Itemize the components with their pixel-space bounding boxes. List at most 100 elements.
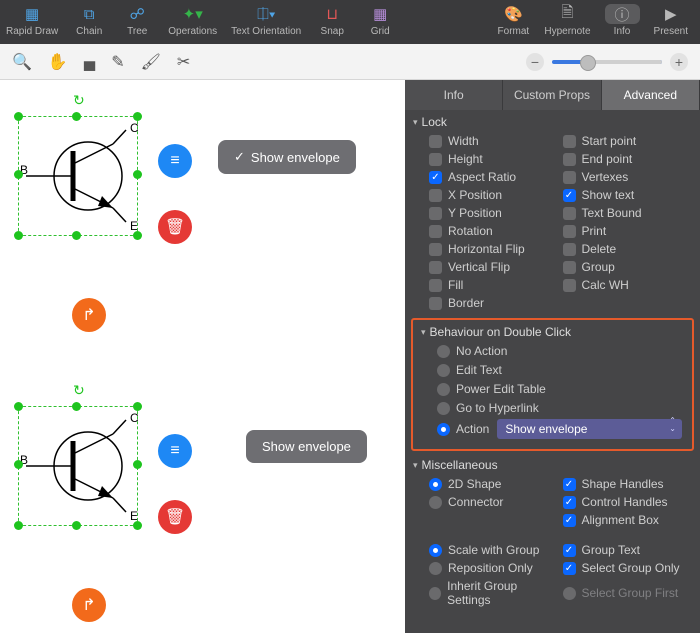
canvas[interactable]: ↻ C B E ≡ 🗑 ↱ ✓Show envelope (0, 80, 405, 633)
chk-show-text[interactable]: ✓Show text (563, 188, 691, 202)
section-behaviour[interactable]: ▾Behaviour on Double Click (413, 320, 692, 342)
chk-text-bound[interactable]: Text Bound (563, 206, 691, 220)
chk-select-group-only[interactable]: ✓Select Group Only (563, 561, 691, 575)
action-fab[interactable]: ↱ (72, 588, 106, 622)
show-envelope-button-checked[interactable]: ✓Show envelope (218, 140, 356, 174)
info-icon: ⓘ (605, 4, 640, 24)
menu-fab[interactable]: ≡ (158, 144, 192, 178)
tab-custom-props[interactable]: Custom Props (503, 80, 601, 110)
rapid-draw-icon: ▦ (25, 4, 39, 24)
chk-vertexes[interactable]: Vertexes (563, 170, 691, 184)
delete-fab[interactable]: 🗑 (158, 500, 192, 534)
chk-shape-handles[interactable]: ✓Shape Handles (563, 477, 691, 491)
chk-height[interactable]: Height (429, 152, 557, 166)
chk-end-point[interactable]: End point (563, 152, 691, 166)
zoom-slider[interactable] (552, 60, 662, 64)
present-icon: ▶ (665, 4, 677, 24)
zoom-out-button[interactable]: − (526, 53, 544, 71)
hypernote-icon: 🗎 (561, 4, 573, 24)
chk-control-handles[interactable]: ✓Control Handles (563, 495, 691, 509)
zoom-control: − + (526, 53, 688, 71)
section-misc[interactable]: ▾Miscellaneous (405, 453, 700, 475)
radio-go-to-hyperlink[interactable]: Go to Hyperlink (437, 401, 682, 415)
chk-print[interactable]: Print (563, 224, 691, 238)
show-envelope-button[interactable]: Show envelope (246, 430, 367, 463)
chk-start-point[interactable]: Start point (563, 134, 691, 148)
action-dropdown[interactable]: Show envelope (497, 419, 682, 439)
search-icon[interactable]: 🔍 (12, 52, 32, 72)
operations-icon: ✦▾ (183, 4, 203, 24)
chk-x-position[interactable]: X Position (429, 188, 557, 202)
top-toolbar: ▦Rapid Draw ⧉Chain ☍Tree ✦▾Operations ⎅▾… (0, 0, 700, 44)
radio-edit-text[interactable]: Edit Text (437, 363, 682, 377)
stamp-icon[interactable]: ▄ (84, 53, 95, 71)
radio-2d-shape[interactable]: 2D Shape (429, 477, 557, 491)
tb-tree[interactable]: ☍Tree (114, 2, 160, 37)
tab-advanced[interactable]: Advanced (602, 80, 700, 110)
selection-box (18, 406, 138, 526)
chk-border[interactable]: Border (429, 296, 557, 310)
tb-info[interactable]: ⓘInfo (599, 2, 646, 37)
chk-horizontal-flip[interactable]: Horizontal Flip (429, 242, 557, 256)
radio-no-action[interactable]: No Action (437, 344, 682, 358)
radio-action[interactable]: Action (437, 422, 489, 436)
chk-calc-wh[interactable]: Calc WH (563, 278, 691, 292)
shape-transistor-2[interactable]: ↻ C B E (18, 406, 138, 526)
arrow-step-icon: ↱ (82, 595, 95, 615)
menu-fab[interactable]: ≡ (158, 434, 192, 468)
canvas-toolbar: 🔍 ✋ ▄ ✎ 🖌 ✂ − + (0, 44, 700, 80)
radio-reposition-only[interactable]: Reposition Only (429, 561, 557, 575)
panel-tabs: Info Custom Props Advanced (405, 80, 700, 110)
inspector-panel: Info Custom Props Advanced ▾Lock Width S… (405, 80, 700, 633)
chk-select-group-first: Select Group First (563, 579, 691, 607)
snap-icon: ⊔ (326, 4, 338, 24)
crop-icon[interactable]: ✂ (177, 52, 190, 72)
shape-transistor-1[interactable]: ↻ C B E (18, 116, 138, 236)
tab-info[interactable]: Info (405, 80, 503, 110)
tb-present[interactable]: ▶Present (648, 2, 694, 37)
check-icon: ✓ (234, 149, 245, 165)
tb-grid[interactable]: ▦Grid (357, 2, 403, 37)
tb-chain[interactable]: ⧉Chain (66, 2, 112, 37)
chk-delete[interactable]: Delete (563, 242, 691, 256)
chk-aspect-ratio[interactable]: ✓Aspect Ratio (429, 170, 557, 184)
delete-fab[interactable]: 🗑 (158, 210, 192, 244)
disclosure-icon: ▾ (413, 117, 418, 128)
tree-icon: ☍ (130, 4, 145, 24)
tb-operations[interactable]: ✦▾Operations (162, 2, 223, 37)
disclosure-icon: ▾ (413, 460, 418, 471)
radio-inherit-group-settings[interactable]: Inherit Group Settings (429, 579, 557, 607)
radio-power-edit-table[interactable]: Power Edit Table (437, 382, 682, 396)
trash-icon: 🗑 (165, 217, 185, 237)
menu-icon: ≡ (170, 442, 179, 460)
tb-rapid-draw[interactable]: ▦Rapid Draw (0, 2, 64, 37)
chk-vertical-flip[interactable]: Vertical Flip (429, 260, 557, 274)
format-icon: 🎨 (504, 4, 523, 24)
action-fab[interactable]: ↱ (72, 298, 106, 332)
chk-width[interactable]: Width (429, 134, 557, 148)
rotate-handle-icon[interactable]: ↻ (73, 382, 85, 399)
chk-y-position[interactable]: Y Position (429, 206, 557, 220)
text-orientation-icon: ⎅▾ (257, 4, 275, 24)
menu-icon: ≡ (170, 152, 179, 170)
tb-text-orientation[interactable]: ⎅▾Text Orientation (225, 2, 307, 37)
pan-icon[interactable]: ✋ (48, 52, 68, 72)
tb-format[interactable]: 🎨Format (490, 2, 536, 37)
section-lock[interactable]: ▾Lock (405, 110, 700, 132)
brush-icon[interactable]: 🖌 (141, 52, 161, 72)
chain-icon: ⧉ (84, 4, 95, 24)
radio-scale-with-group[interactable]: Scale with Group (429, 543, 557, 557)
chk-fill[interactable]: Fill (429, 278, 557, 292)
chk-alignment-box[interactable]: ✓Alignment Box (563, 513, 691, 527)
radio-connector[interactable]: Connector (429, 495, 557, 509)
behaviour-highlight: ▾Behaviour on Double Click No Action Edi… (411, 318, 694, 451)
tb-hypernote[interactable]: 🗎Hypernote (538, 2, 596, 37)
tb-snap[interactable]: ⊔Snap (309, 2, 355, 37)
trash-icon: 🗑 (165, 507, 185, 527)
zoom-in-button[interactable]: + (670, 53, 688, 71)
eyedropper-icon[interactable]: ✎ (111, 52, 124, 72)
chk-group-text[interactable]: ✓Group Text (563, 543, 691, 557)
rotate-handle-icon[interactable]: ↻ (73, 92, 85, 109)
chk-group[interactable]: Group (563, 260, 691, 274)
chk-rotation[interactable]: Rotation (429, 224, 557, 238)
